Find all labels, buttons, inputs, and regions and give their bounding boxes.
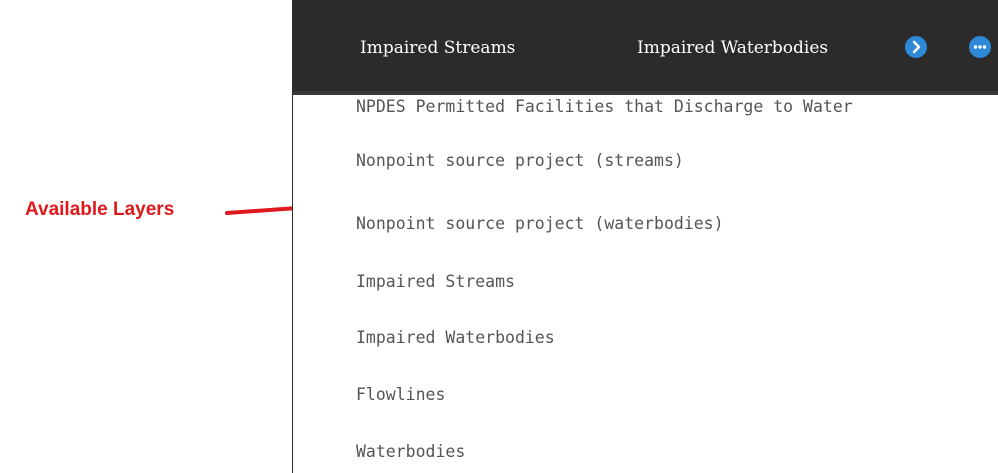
layer-item-npdes-permitted-facilities[interactable]: NPDES Permitted Facilities that Discharg… — [356, 95, 853, 119]
next-tabs-button[interactable] — [905, 36, 927, 58]
layer-item-impaired-streams[interactable]: Impaired Streams — [356, 270, 515, 294]
more-options-button[interactable] — [969, 36, 991, 58]
tab-impaired-waterbodies[interactable]: Impaired Waterbodies — [637, 37, 828, 59]
tab-bar: Impaired Streams Impaired Waterbodies — [293, 0, 998, 95]
layer-item-flowlines[interactable]: Flowlines — [356, 383, 445, 407]
ellipsis-icon — [973, 45, 987, 49]
layer-item-nonpoint-streams[interactable]: Nonpoint source project (streams) — [356, 149, 684, 173]
available-layers-annotation: Available Layers — [25, 199, 175, 220]
layer-item-nonpoint-waterbodies[interactable]: Nonpoint source project (waterbodies) — [356, 212, 724, 236]
layer-item-impaired-waterbodies[interactable]: Impaired Waterbodies — [356, 326, 555, 350]
layer-panel: Impaired Streams Impaired Waterbodies NP… — [292, 0, 998, 473]
chevron-right-icon — [912, 40, 921, 54]
layer-item-waterbodies[interactable]: Waterbodies — [356, 440, 465, 464]
tab-impaired-streams[interactable]: Impaired Streams — [360, 37, 515, 59]
